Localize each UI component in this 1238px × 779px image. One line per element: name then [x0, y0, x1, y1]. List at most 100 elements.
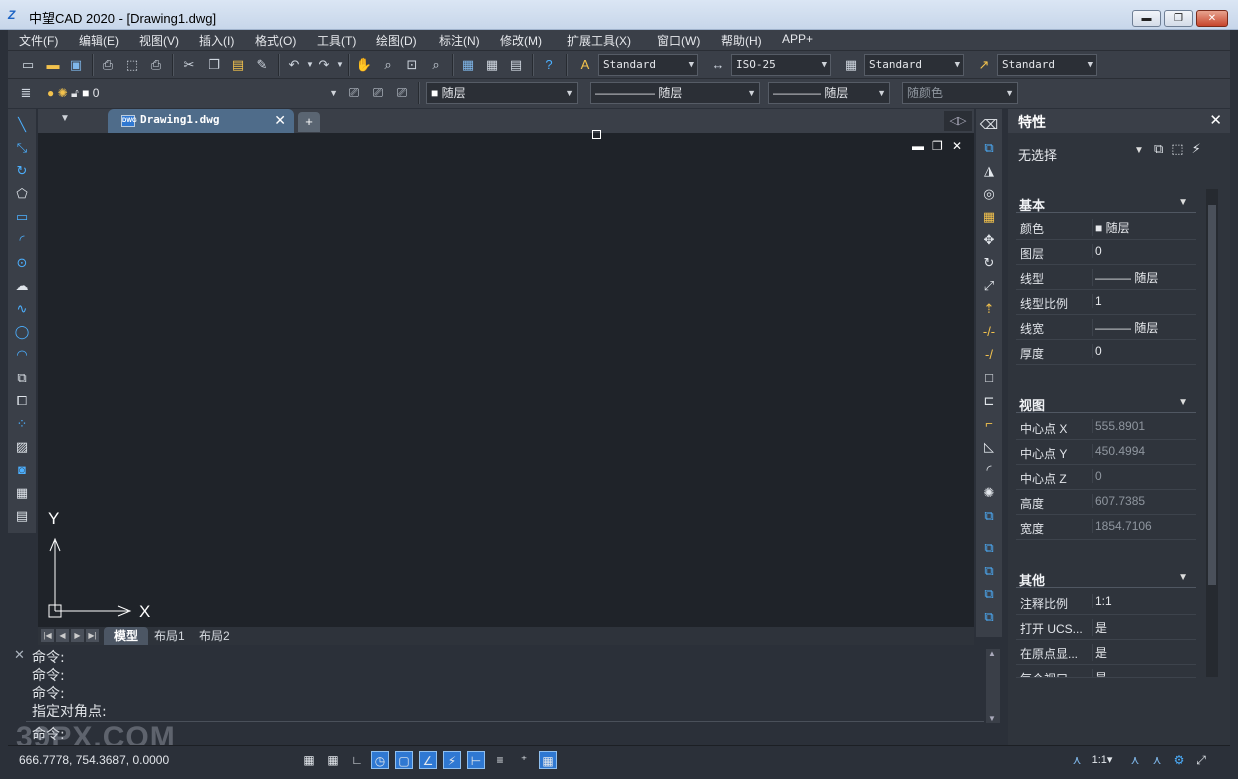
scale-icon[interactable]: ⤢ [979, 276, 999, 296]
circle-icon[interactable]: ⊙ [12, 253, 32, 273]
arc-icon[interactable]: ◜ [12, 230, 32, 250]
pan-hand-icon[interactable]: ✋ [354, 55, 374, 75]
menu-window[interactable]: 窗口(W) [657, 32, 700, 49]
break-icon[interactable]: ⊏ [979, 391, 999, 411]
move-icon[interactable]: ✥ [979, 230, 999, 250]
help-icon[interactable]: ? [539, 55, 559, 75]
grid-icon[interactable]: ▦ [300, 751, 318, 769]
dynamic-input-icon[interactable]: ⊢ [467, 751, 485, 769]
zoom-window-icon[interactable]: ⊡ [402, 55, 422, 75]
rectangle-icon[interactable]: ▭ [12, 207, 32, 227]
prop-row[interactable]: 高度 607.7385 [1016, 490, 1196, 515]
layer-state-icon[interactable]: ⎚ [392, 83, 412, 103]
linetype-select[interactable]: ————— 随层 ▼ [590, 82, 760, 104]
break-at-point-icon[interactable]: □ [979, 368, 999, 388]
lineweight-select[interactable]: ———— 随层 ▼ [768, 82, 890, 104]
offset-icon[interactable]: ◎ [979, 184, 999, 204]
polygon-icon[interactable]: ⬠ [12, 184, 32, 204]
viewport-close-icon[interactable]: ✕ [952, 139, 962, 153]
new-file-icon[interactable]: ▭ [18, 55, 38, 75]
quick-select-icon[interactable]: ⚡ [1192, 141, 1209, 156]
draw-order-under-icon[interactable]: ⧉ [979, 607, 999, 627]
multiline-text-icon[interactable]: ▤ [12, 506, 32, 526]
layer-manager-icon[interactable]: ≣ [16, 83, 36, 103]
draw-order-front-icon[interactable]: ⧉ [979, 538, 999, 558]
menu-extended-tools[interactable]: 扩展工具(X) [567, 32, 631, 49]
construction-line-icon[interactable]: ⤡ [12, 138, 32, 158]
open-folder-icon[interactable]: ▬ [43, 55, 63, 75]
save-icon[interactable]: ▣ [66, 55, 86, 75]
prop-row[interactable]: 厚度 0 [1016, 340, 1196, 365]
match-properties-icon[interactable]: ✎ [252, 55, 272, 75]
close-command-icon[interactable]: ✕ [14, 647, 25, 663]
close-tab-icon[interactable]: ✕ [274, 112, 286, 129]
menu-tools[interactable]: 工具(T) [317, 32, 356, 49]
scroll-down-icon[interactable]: ▼ [988, 714, 996, 723]
chevron-down-icon[interactable]: ▼ [1134, 145, 1144, 156]
select-objects-icon[interactable]: ⬚ [1171, 141, 1191, 156]
trim-icon[interactable]: -/- [979, 322, 999, 342]
spline-icon[interactable]: ∿ [12, 299, 32, 319]
color-select[interactable]: ■ 随层 ▼ [426, 82, 578, 104]
make-object-layer-current-icon[interactable]: ⎚ [344, 83, 364, 103]
first-layout-icon[interactable]: |◀ [41, 629, 54, 642]
ellipse-arc-icon[interactable]: ◠ [12, 345, 32, 365]
prop-row[interactable]: 中心点 Y 450.4994 [1016, 440, 1196, 465]
prop-row[interactable]: 图层 0 [1016, 240, 1196, 265]
rotate-icon[interactable]: ↻ [979, 253, 999, 273]
prop-row[interactable]: 线型 ——— 随层 [1016, 265, 1196, 290]
plotstyle-select[interactable]: 随颜色 ▼ [902, 82, 1018, 104]
draw-order-above-icon[interactable]: ⧉ [979, 584, 999, 604]
dynamic-ucs-icon[interactable]: ⚡ [443, 751, 461, 769]
prop-row[interactable]: 每个视口... 是 [1016, 665, 1196, 678]
point-icon[interactable]: ⁘ [12, 414, 32, 434]
revision-cloud-icon[interactable]: ☁ [12, 276, 32, 296]
menu-dimension[interactable]: 标注(N) [439, 32, 480, 49]
edit-polyline-icon[interactable]: ⧉ [979, 506, 999, 526]
tab-scroll-arrows[interactable]: ◁▷ [944, 111, 972, 131]
menu-draw[interactable]: 绘图(D) [376, 32, 417, 49]
polar-tracking-icon[interactable]: ◷ [371, 751, 389, 769]
chamfer-icon[interactable]: ◺ [979, 437, 999, 457]
menu-format[interactable]: 格式(O) [255, 32, 296, 49]
object-snap-tracking-icon[interactable]: ∠ [419, 751, 437, 769]
prev-layout-icon[interactable]: ◀ [56, 629, 69, 642]
prop-row[interactable]: 注释比例 1:1 [1016, 590, 1196, 615]
zoom-realtime-icon[interactable]: ⌕ [378, 55, 398, 75]
lineweight-toggle-icon[interactable]: ≡ [491, 751, 509, 769]
annotation-visibility-icon[interactable]: ⋏ [1126, 751, 1144, 769]
insert-block-icon[interactable]: ⧉ [12, 368, 32, 388]
snap-icon[interactable]: ▦ [324, 751, 342, 769]
prop-row[interactable]: 线宽 ——— 随层 [1016, 315, 1196, 340]
viewport-restore-icon[interactable]: ❐ [932, 139, 943, 153]
dim-style-select[interactable]: ISO-25 ▼ [731, 54, 831, 76]
maximize-button[interactable]: ❐ [1164, 10, 1193, 27]
menu-view[interactable]: 视图(V) [139, 32, 179, 49]
section-misc[interactable]: 其他 ▼ [1016, 568, 1196, 588]
drawing-canvas[interactable]: ▬ ❐ ✕ Y X [38, 130, 974, 627]
copy-object-icon[interactable]: ⧉ [979, 138, 999, 158]
paste-icon[interactable]: ▤ [228, 55, 248, 75]
tab-drawing1[interactable]: DWG Drawing1.dwg ✕ [108, 109, 294, 133]
close-properties-icon[interactable]: ✕ [1209, 111, 1222, 129]
close-button[interactable]: ✕ [1196, 10, 1228, 27]
next-layout-icon[interactable]: ▶ [71, 629, 84, 642]
minimize-button[interactable]: ▬ [1132, 10, 1161, 27]
quick-properties-icon[interactable]: ⁺ [515, 751, 533, 769]
selection-cycling-icon[interactable]: ▦ [539, 751, 557, 769]
prop-row[interactable]: 线型比例 1 [1016, 290, 1196, 315]
tab-layout1[interactable]: 布局1 [144, 627, 195, 645]
annotation-scale-select[interactable]: 1:1▾ [1088, 751, 1116, 769]
auto-scale-icon[interactable]: ⋏ [1148, 751, 1166, 769]
draw-order-back-icon[interactable]: ⧉ [979, 561, 999, 581]
prop-row[interactable]: 中心点 X 555.8901 [1016, 415, 1196, 440]
line-icon[interactable]: ╲ [12, 115, 32, 135]
viewport-minimize-icon[interactable]: ▬ [912, 139, 924, 153]
menu-help[interactable]: 帮助(H) [721, 32, 762, 49]
copy-icon[interactable]: ❐ [204, 55, 224, 75]
tab-model[interactable]: 模型 [104, 627, 149, 645]
tab-menu-icon[interactable]: ▼ [60, 113, 70, 124]
object-snap-icon[interactable]: ▢ [395, 751, 413, 769]
properties-scrollbar[interactable] [1206, 189, 1218, 677]
prop-row[interactable]: 颜色 ■ 随层 [1016, 215, 1196, 240]
